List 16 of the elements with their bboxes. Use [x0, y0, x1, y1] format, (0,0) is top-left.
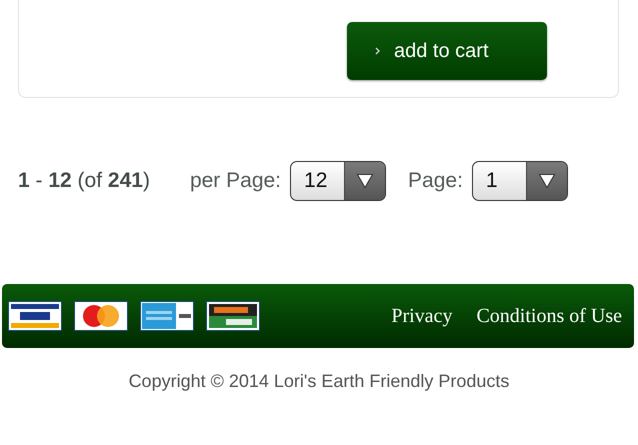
- payment-card-icon: [140, 301, 194, 331]
- per-page-label: per Page:: [190, 169, 282, 193]
- add-to-cart-button[interactable]: add to cart: [347, 22, 547, 80]
- dropdown-arrow-icon: [356, 173, 374, 189]
- page-label: Page:: [408, 169, 463, 193]
- payment-card-icon: [8, 301, 62, 331]
- dropdown-arrow-icon: [538, 173, 556, 189]
- chevron-icon: [375, 47, 380, 55]
- page-select[interactable]: 1: [472, 161, 568, 201]
- payment-card-icon: [206, 301, 260, 331]
- footer-link[interactable]: Conditions of Use: [476, 304, 622, 328]
- payment-card-icon: [74, 301, 128, 331]
- copyright-text: Copyright © 2014 Lori's Earth Friendly Products: [128, 371, 510, 392]
- per-page-select[interactable]: 12: [290, 161, 386, 201]
- result-range-text: 1 - 12 (of 241): [18, 169, 150, 193]
- footer-link[interactable]: Privacy: [391, 304, 452, 328]
